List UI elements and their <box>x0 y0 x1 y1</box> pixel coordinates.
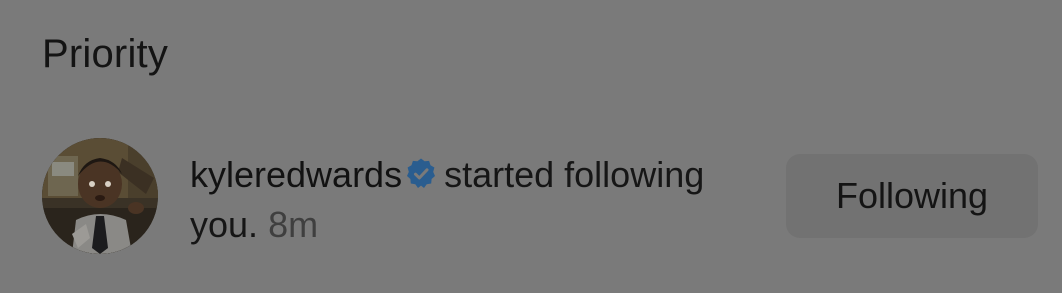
username-link[interactable]: kyleredwards <box>190 154 402 195</box>
avatar-photo <box>42 138 158 254</box>
notification-text: kyleredwards started following you. 8m <box>190 150 760 250</box>
verified-badge-icon <box>404 157 438 191</box>
following-button[interactable]: Following <box>786 154 1038 238</box>
avatar[interactable] <box>42 138 158 254</box>
notification-row[interactable]: kyleredwards started following you. 8m Fo… <box>42 138 1038 256</box>
section-title: Priority <box>42 32 169 76</box>
notification-timestamp: 8m <box>268 204 319 245</box>
